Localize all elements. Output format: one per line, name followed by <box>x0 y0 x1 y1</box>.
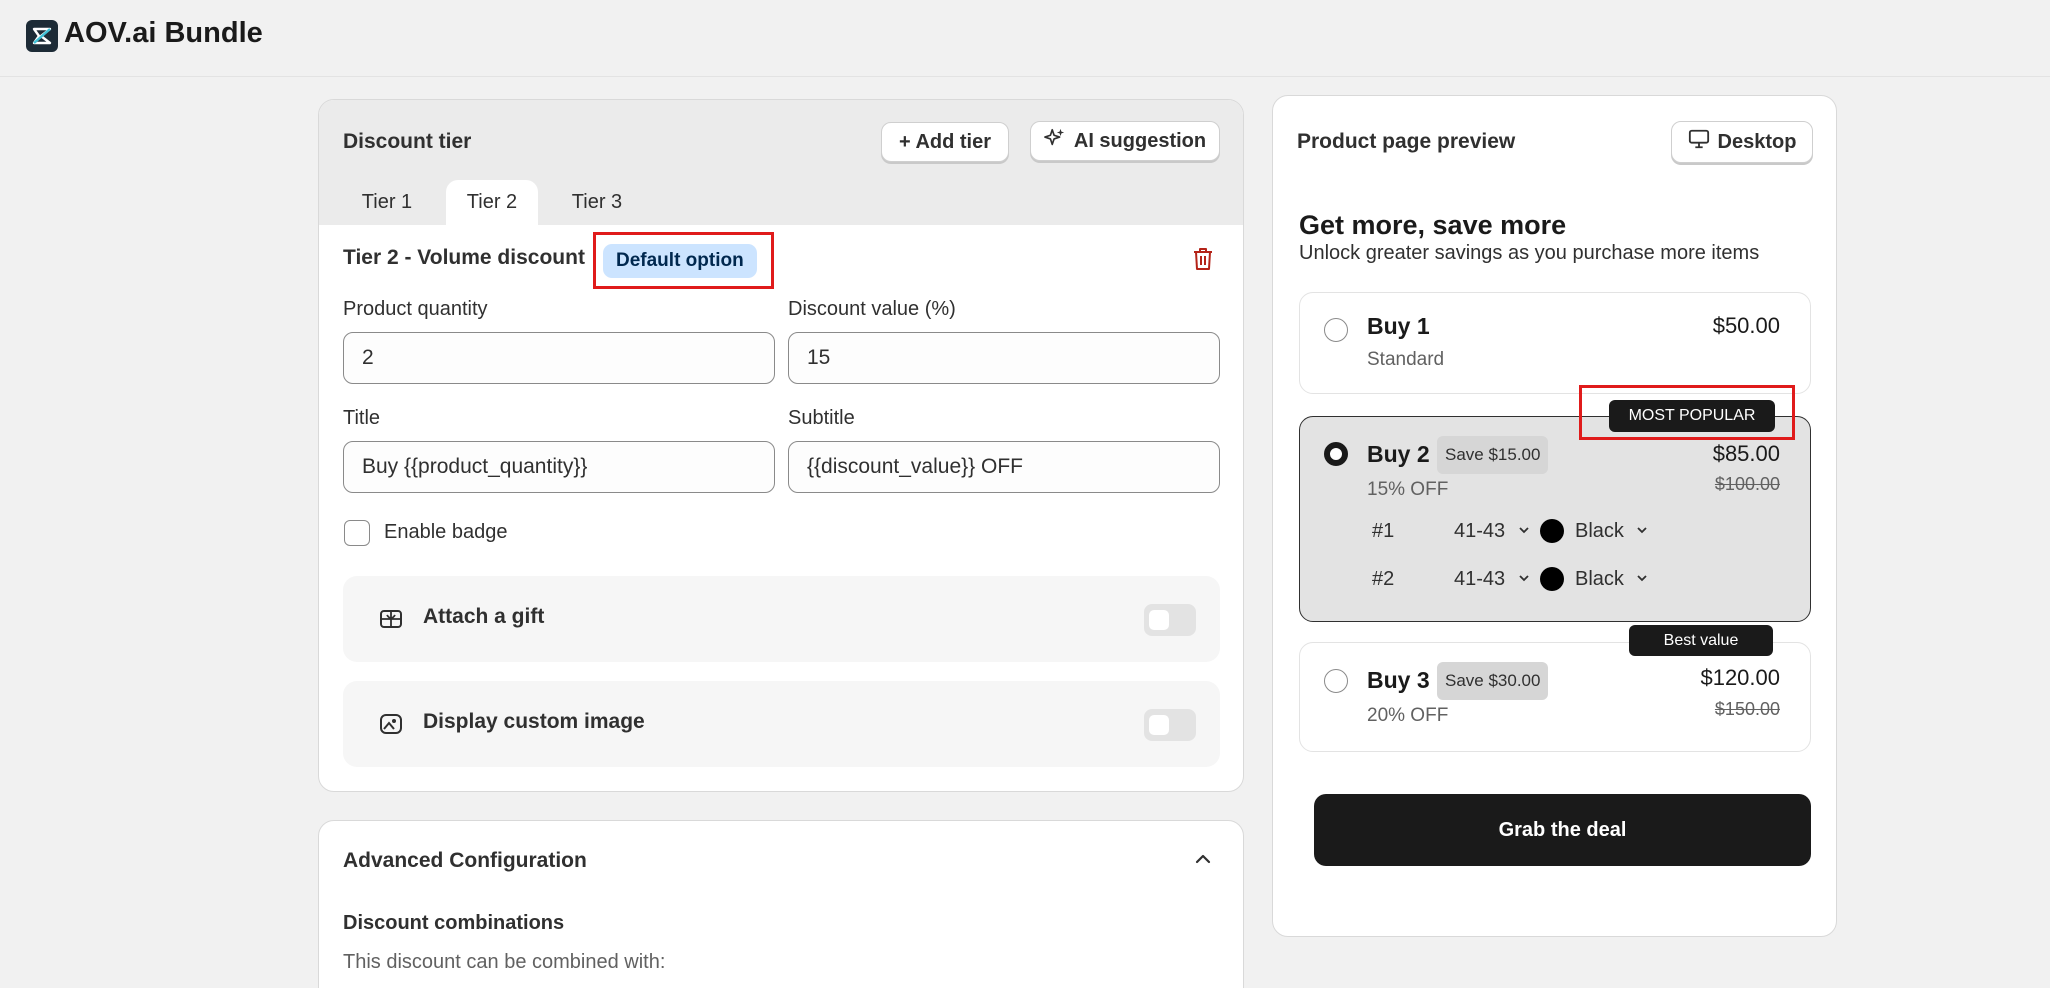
display-custom-image-label: Display custom image <box>423 710 645 733</box>
bundle-option-title: Buy 3 <box>1367 667 1430 693</box>
chevron-down-icon <box>1637 575 1648 582</box>
bundle-option-buy-2[interactable]: Buy 2 Save $15.00 15% OFF $85.00 $100.00… <box>1299 416 1811 622</box>
bundle-option-buy-1[interactable]: Buy 1 Standard $50.00 <box>1299 292 1811 394</box>
save-amount-badge: Save $15.00 <box>1437 436 1549 474</box>
save-amount-badge: Save $30.00 <box>1437 662 1549 700</box>
trash-icon <box>1191 248 1215 276</box>
tab-tier-1[interactable]: Tier 1 <box>335 180 439 225</box>
grab-the-deal-button[interactable]: Grab the deal <box>1314 794 1811 866</box>
aov-logo-icon <box>26 20 58 52</box>
size-select[interactable]: 41-43 <box>1454 568 1531 591</box>
bundle-option-price: $50.00 <box>1712 313 1780 338</box>
collapse-advanced-button[interactable] <box>1193 849 1213 874</box>
bundle-option-compare-price: $100.00 <box>1714 474 1780 494</box>
tab-tier-3[interactable]: Tier 3 <box>544 180 650 225</box>
product-page-preview-card: Product page preview Desktop Get more, s… <box>1272 95 1837 937</box>
tab-tier-3-label: Tier 3 <box>571 191 623 213</box>
chevron-down-icon <box>1637 527 1648 534</box>
variant-index: #2 <box>1372 568 1395 590</box>
discount-value-input[interactable]: 15 <box>788 332 1220 384</box>
discount-combinations-heading: Discount combinations <box>343 912 565 934</box>
discount-tier-card: Discount tier + Add tier AI suggestion T… <box>318 99 1244 792</box>
bundle-option-radio[interactable] <box>1324 318 1348 342</box>
display-custom-image-row: Display custom image <box>343 681 1220 767</box>
color-swatch <box>1540 519 1564 543</box>
add-tier-button[interactable]: + Add tier <box>881 122 1009 162</box>
size-select-value: 41-43 <box>1454 520 1506 542</box>
subtitle-input[interactable]: {{discount_value}} OFF <box>788 441 1220 493</box>
color-select[interactable]: Black <box>1575 520 1649 543</box>
color-select-value: Black <box>1575 568 1624 590</box>
bundle-option-title: Buy 1 <box>1367 313 1430 339</box>
bundle-option-compare-price: $150.00 <box>1714 699 1780 719</box>
color-swatch <box>1540 567 1564 591</box>
bundle-option-title: Buy 2 <box>1367 441 1430 467</box>
app-title: AOV.ai Bundle <box>64 17 263 49</box>
bundle-option-subtitle: 15% OFF <box>1367 479 1449 500</box>
tab-tier-1-label: Tier 1 <box>361 191 413 213</box>
tab-tier-2[interactable]: Tier 2 <box>446 180 538 225</box>
bundle-block-title: Get more, save more <box>1299 210 1567 240</box>
chevron-up-icon <box>1193 854 1213 873</box>
bundle-block-subtitle: Unlock greater savings as you purchase m… <box>1299 242 1760 264</box>
display-custom-image-toggle[interactable] <box>1144 709 1196 741</box>
bundle-option-radio[interactable] <box>1324 669 1348 693</box>
attach-gift-row: Attach a gift <box>343 576 1220 662</box>
ai-suggestion-label: AI suggestion <box>1073 129 1207 152</box>
product-quantity-input[interactable]: 2 <box>343 332 775 384</box>
chevron-down-icon <box>1519 527 1529 534</box>
add-tier-label: + Add tier <box>898 130 992 153</box>
enable-badge-checkbox[interactable] <box>344 520 370 546</box>
gift-icon <box>379 608 403 635</box>
attach-gift-label: Attach a gift <box>423 605 545 628</box>
bundle-option-subtitle: 20% OFF <box>1367 705 1449 726</box>
bundle-option-radio[interactable] <box>1324 442 1348 466</box>
image-icon <box>379 713 403 740</box>
highlight-box-default-option <box>593 232 774 289</box>
variant-row: #2 41-43 Black <box>1372 565 1772 595</box>
tab-tier-2-label: Tier 2 <box>466 191 518 213</box>
discount-tier-header: Discount tier + Add tier AI suggestion T… <box>319 100 1243 225</box>
size-select-value: 41-43 <box>1454 568 1506 590</box>
chevron-down-icon <box>1519 575 1529 582</box>
discount-value-label: Discount value (%) <box>788 298 956 320</box>
discount-tier-heading: Discount tier <box>343 130 472 153</box>
best-value-badge: Best value <box>1629 625 1773 656</box>
desktop-device-button[interactable]: Desktop <box>1671 121 1813 163</box>
desktop-icon <box>1688 128 1710 156</box>
sparkle-icon <box>1043 127 1066 155</box>
bundle-option-subtitle: Standard <box>1367 349 1445 370</box>
tier-heading: Tier 2 - Volume discount <box>343 246 585 269</box>
title-input[interactable]: Buy {{product_quantity}} <box>343 441 775 493</box>
bundle-option-price: $120.00 <box>1700 665 1780 690</box>
product-quantity-label: Product quantity <box>343 298 488 320</box>
variant-index: #1 <box>1372 520 1395 542</box>
advanced-configuration-heading: Advanced Configuration <box>343 849 587 872</box>
variant-row: #1 41-43 Black <box>1372 517 1772 547</box>
enable-badge-label: Enable badge <box>384 521 508 543</box>
subtitle-label: Subtitle <box>788 407 855 429</box>
color-select-value: Black <box>1575 520 1624 542</box>
advanced-configuration-card: Advanced Configuration Discount combinat… <box>318 820 1244 988</box>
title-label: Title <box>343 407 381 429</box>
top-bar: AOV.ai Bundle <box>0 0 2050 77</box>
color-select[interactable]: Black <box>1575 568 1649 591</box>
desktop-label: Desktop <box>1717 130 1797 153</box>
discount-combinations-text: This discount can be combined with: <box>343 951 666 973</box>
ai-suggestion-button[interactable]: AI suggestion <box>1030 121 1220 161</box>
highlight-box-most-popular <box>1579 385 1795 440</box>
preview-heading: Product page preview <box>1297 130 1516 153</box>
size-select[interactable]: 41-43 <box>1454 520 1531 543</box>
attach-gift-toggle[interactable] <box>1144 604 1196 636</box>
bundle-option-buy-3[interactable]: Buy 3 Save $30.00 20% OFF $120.00 $150.0… <box>1299 642 1811 752</box>
bundle-option-price: $85.00 <box>1712 441 1780 466</box>
delete-tier-button[interactable] <box>1191 246 1215 277</box>
